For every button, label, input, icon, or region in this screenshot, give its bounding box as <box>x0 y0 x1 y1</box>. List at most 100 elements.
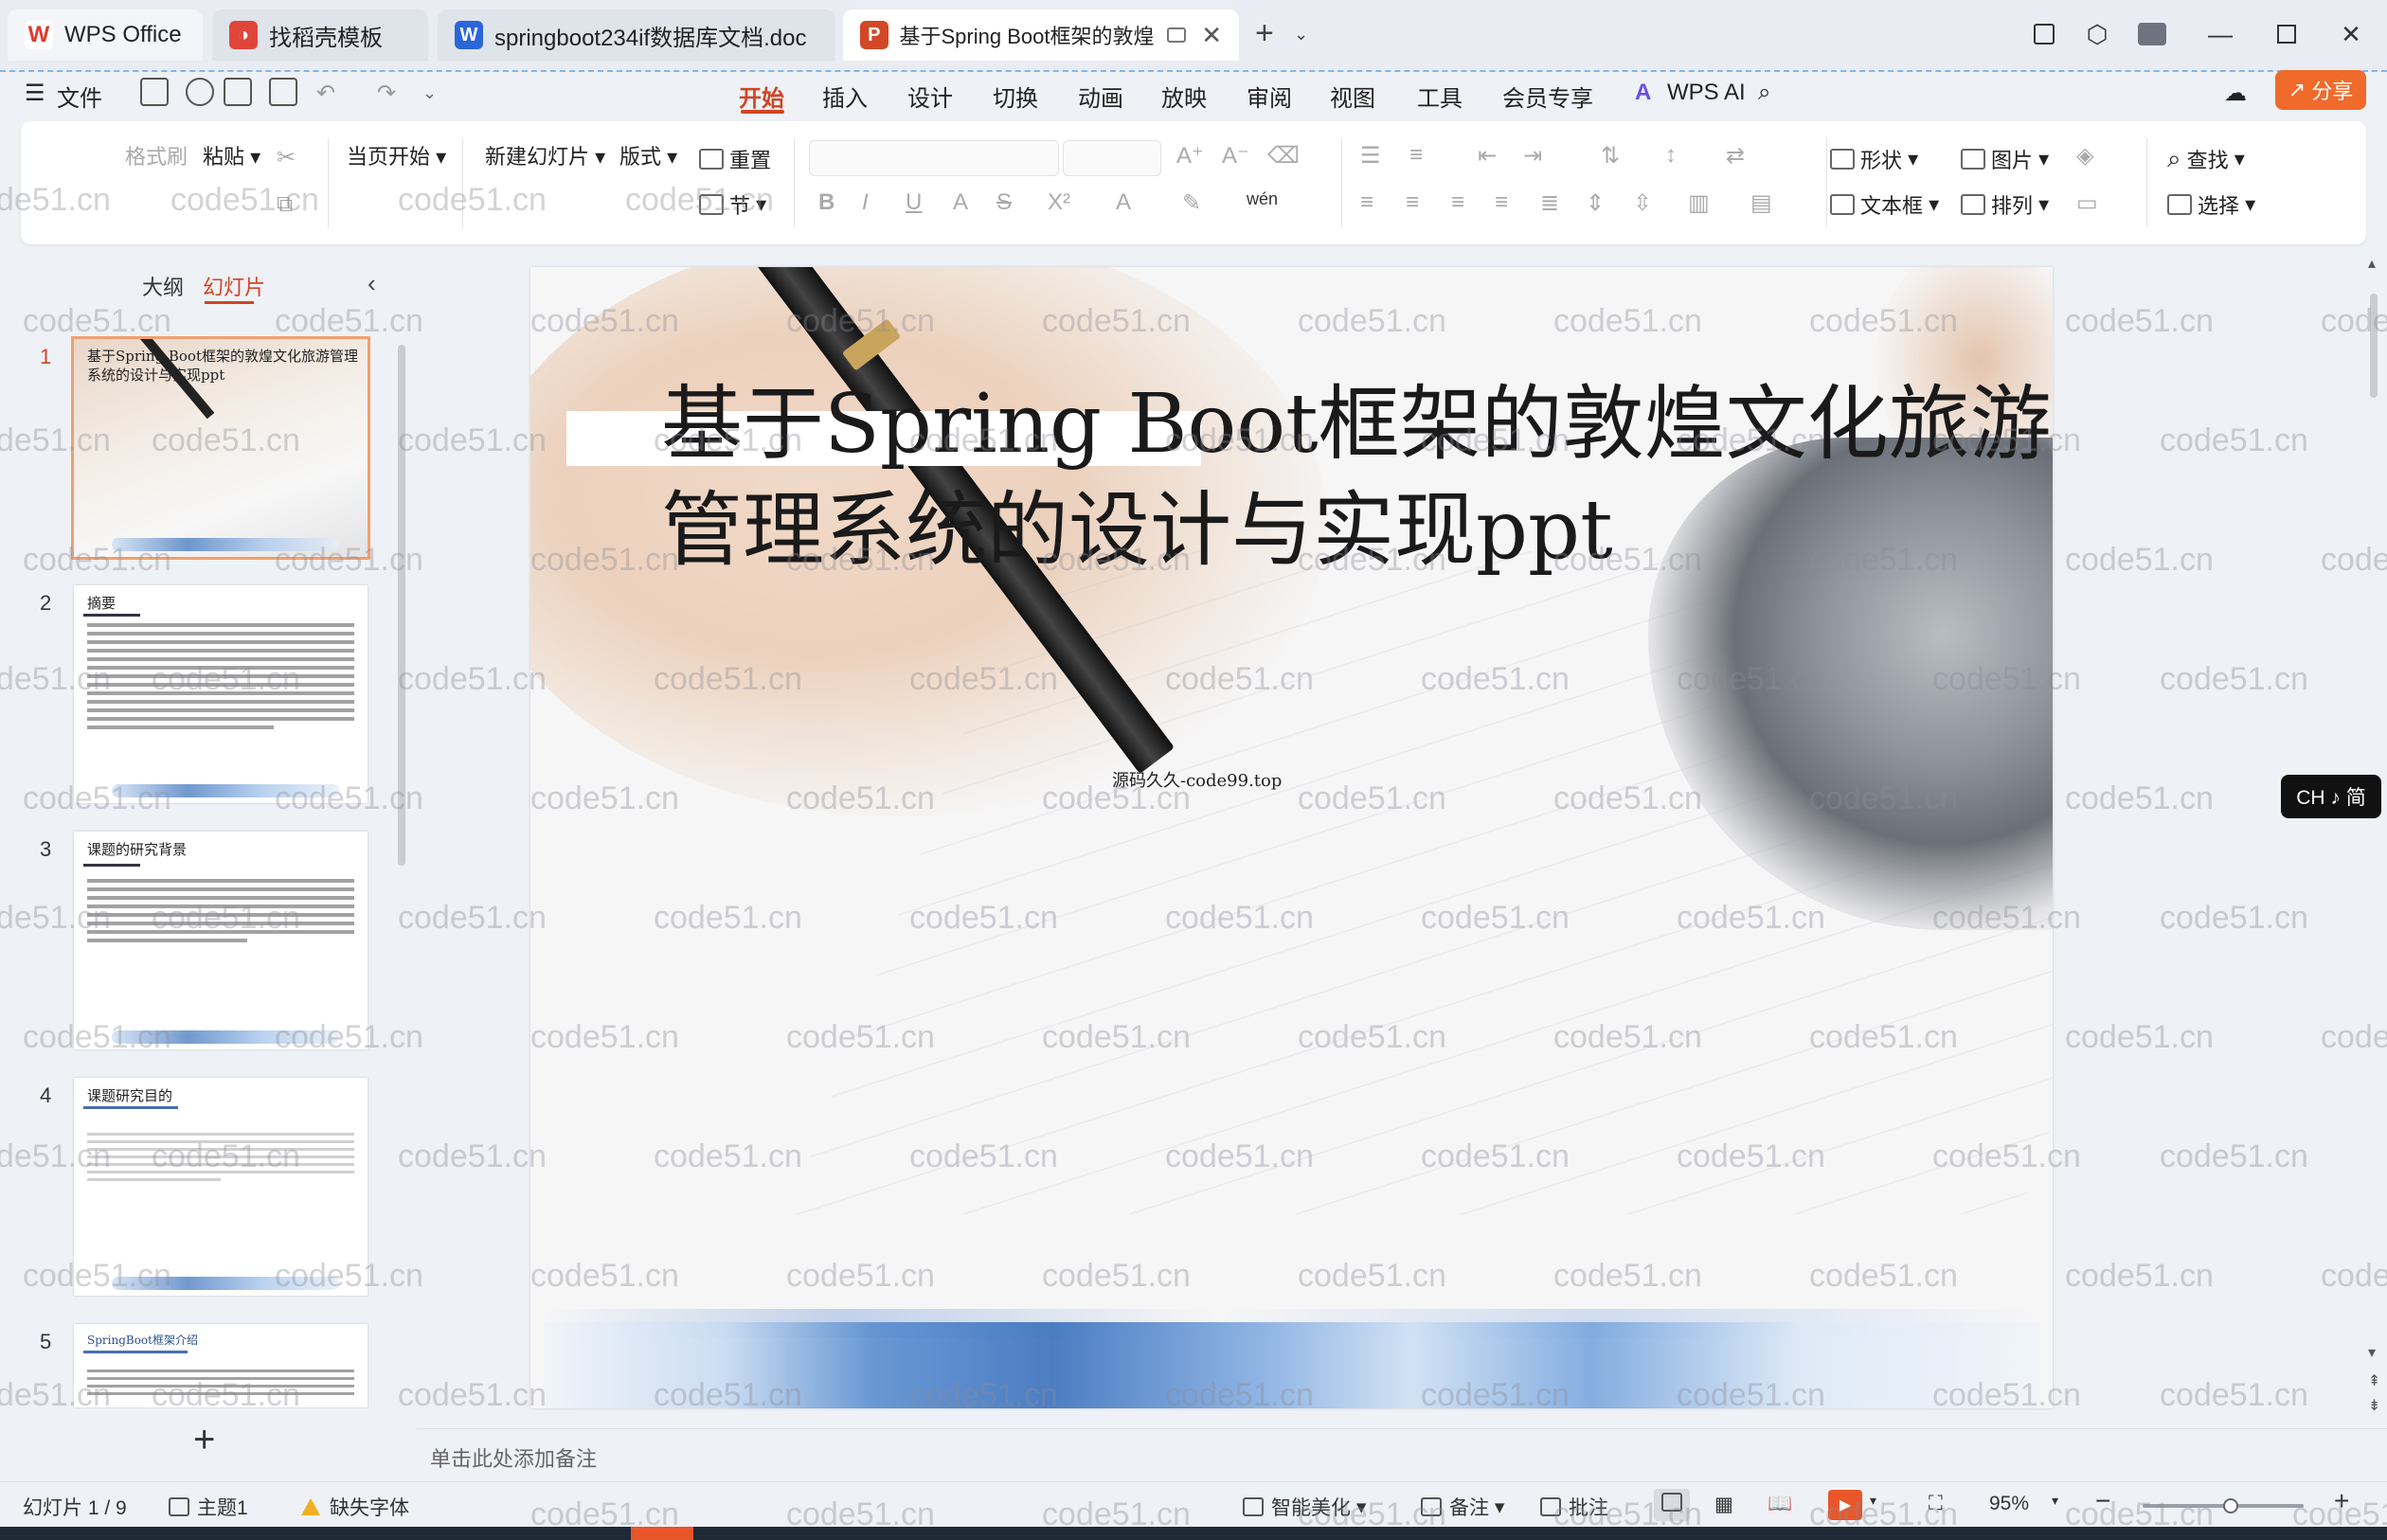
slide-thumbnail-2[interactable]: 摘要 <box>74 585 368 803</box>
sort-icon[interactable]: ↕ <box>1665 142 1677 169</box>
slide-thumbnail-5[interactable]: SpringBoot框架介绍 <box>74 1324 368 1407</box>
comments-button[interactable]: 批注 <box>1540 1493 1608 1521</box>
align-left-icon[interactable]: ≡ <box>1360 189 1373 216</box>
section-button[interactable]: 节 ▾ <box>699 189 766 220</box>
paragraph-spacing-icon[interactable]: ⇳ <box>1633 189 1652 217</box>
decrease-font-icon[interactable]: A⁻ <box>1222 142 1249 170</box>
close-window-icon[interactable]: ✕ <box>2330 13 2372 55</box>
canvas-scrollbar[interactable]: ▴ ▾ ⇞ ⇟ <box>2368 254 2380 1419</box>
slide-title[interactable]: 基于Spring Boot框架的敦煌文化旅游管理系统的设计与实现ppt <box>661 371 2053 583</box>
window-layout-icon[interactable] <box>2023 13 2065 55</box>
pinyin-icon[interactable]: wén <box>1247 189 1278 209</box>
text-align-icon[interactable]: ▤ <box>1750 189 1772 217</box>
distribute-icon[interactable]: ≣ <box>1540 189 1559 217</box>
tab-word-doc[interactable]: W springboot234if数据库文档.doc <box>438 9 835 61</box>
missing-font-button[interactable]: 缺失字体 <box>301 1493 409 1521</box>
current-slide[interactable]: 基于Spring Boot框架的敦煌文化旅游管理系统的设计与实现ppt 源码久久… <box>530 267 2053 1408</box>
slide-subtitle[interactable]: 源码久久-code99.top <box>1112 767 1282 792</box>
slide-sorter-icon[interactable]: ▦ <box>1714 1493 1733 1516</box>
new-slide-button[interactable]: 新建幻灯片 ▾ <box>485 140 605 170</box>
columns-icon[interactable]: ▥ <box>1688 189 1710 217</box>
fill-icon[interactable]: ◈ <box>2076 142 2093 170</box>
reset-button[interactable]: 重置 <box>699 144 771 174</box>
zoom-slider-knob[interactable] <box>2222 1498 2238 1513</box>
menu-wps-ai[interactable]: WPS AI <box>1667 80 1746 106</box>
scroll-down-icon[interactable]: ▾ <box>2368 1343 2376 1362</box>
beautify-button[interactable]: 智能美化 ▾ <box>1243 1493 1366 1521</box>
history-icon[interactable] <box>186 78 214 106</box>
new-tab-button[interactable]: + <box>1255 15 1274 52</box>
menu-slideshow[interactable]: 放映 <box>1161 80 1207 113</box>
undo-icon[interactable]: ↶ <box>316 80 335 107</box>
menu-design[interactable]: 设计 <box>907 80 953 113</box>
menu-insert[interactable]: 插入 <box>822 80 868 113</box>
find-button[interactable]: ⌕ 查找 ▾ <box>2167 144 2245 174</box>
format-painter-button[interactable]: 格式刷 <box>125 140 188 170</box>
italic-icon[interactable]: I <box>862 189 869 216</box>
align-right-icon[interactable]: ≡ <box>1451 189 1464 216</box>
chevron-down-icon[interactable]: ⌄ <box>422 83 437 103</box>
bold-icon[interactable]: B <box>818 189 835 216</box>
tab-slides[interactable]: 幻灯片 <box>203 271 265 301</box>
layout-button[interactable]: 版式 ▾ <box>619 140 677 170</box>
reading-view-icon[interactable]: 📖 <box>1768 1493 1792 1515</box>
scrollbar-thumb[interactable] <box>2370 294 2378 398</box>
search-icon[interactable]: ⌕ <box>1758 80 1770 106</box>
text-direction-icon[interactable]: ⇅ <box>1601 142 1620 170</box>
copy-icon[interactable]: ⧉ <box>277 191 293 218</box>
notes-toggle-button[interactable]: 备注 ▾ <box>1421 1493 1504 1521</box>
select-button[interactable]: 选择 ▾ <box>2167 189 2255 220</box>
cube-icon[interactable]: ⬡ <box>2076 13 2118 55</box>
shadow-icon[interactable]: A <box>953 189 968 216</box>
chevron-down-icon[interactable]: ▾ <box>2052 1493 2058 1509</box>
print-icon[interactable] <box>224 78 252 106</box>
fit-window-icon[interactable]: ⛶ <box>1929 1493 1943 1515</box>
font-color-icon[interactable]: A <box>1116 189 1131 216</box>
indent-icon[interactable]: ⇥ <box>1523 142 1542 170</box>
menu-member[interactable]: 会员专享 <box>1502 80 1593 113</box>
numbered-list-icon[interactable]: ≡ <box>1409 142 1423 169</box>
menu-view[interactable]: 视图 <box>1330 80 1375 113</box>
start-from-current-button[interactable]: 当页开始 ▾ <box>347 140 446 170</box>
minimize-icon[interactable]: — <box>2199 13 2241 55</box>
font-family-select[interactable] <box>809 140 1059 176</box>
close-tab-icon[interactable]: ✕ <box>1201 21 1222 50</box>
underline-icon[interactable]: U <box>906 189 922 216</box>
theme-button[interactable]: 主题1 <box>169 1493 248 1521</box>
taskbar-active-app[interactable] <box>631 1527 693 1540</box>
menu-home[interactable]: 开始 <box>739 80 784 113</box>
save-icon[interactable] <box>140 78 169 106</box>
maximize-icon[interactable] <box>2266 13 2307 55</box>
align-center-icon[interactable]: ≡ <box>1406 189 1419 216</box>
outdent-icon[interactable]: ⇤ <box>1478 142 1497 170</box>
strikethrough-icon[interactable]: S <box>996 189 1012 216</box>
avatar[interactable] <box>2131 13 2173 55</box>
menu-animation[interactable]: 动画 <box>1078 80 1123 113</box>
cloud-upload-icon[interactable]: ☁ <box>2224 80 2247 107</box>
share-button[interactable]: ↗ 分享 <box>2275 70 2366 110</box>
font-size-select[interactable] <box>1063 140 1161 176</box>
notes-pane[interactable]: 单击此处添加备注 <box>417 1428 2387 1481</box>
prev-slide-icon[interactable]: ⇞ <box>2368 1371 2380 1390</box>
tab-docer[interactable]: ◑ 找稻壳模板 <box>212 9 428 61</box>
line-spacing-icon[interactable]: ⇕ <box>1586 189 1605 217</box>
slideshow-play-button[interactable]: ▶ <box>1828 1490 1862 1520</box>
chevron-down-icon[interactable]: ▾ <box>1870 1493 1876 1509</box>
slide-thumbnail-4[interactable]: 课题研究目的 <box>74 1078 368 1296</box>
hamburger-icon[interactable]: ☰ <box>25 80 45 107</box>
picture-button[interactable]: 图片 ▾ <box>1961 144 2049 174</box>
tab-wps-office[interactable]: W WPS Office <box>8 9 203 61</box>
clear-format-icon[interactable]: ⌫ <box>1267 142 1300 170</box>
zoom-slider[interactable] <box>2143 1498 2304 1513</box>
print-preview-icon[interactable] <box>269 78 297 106</box>
cut-icon[interactable]: ✂ <box>277 144 296 171</box>
increase-font-icon[interactable]: A⁺ <box>1176 142 1204 170</box>
chevron-down-icon[interactable]: ⌄ <box>1294 25 1308 45</box>
slide-thumbnail-3[interactable]: 课题的研究背景 <box>74 832 368 1049</box>
menu-tools[interactable]: 工具 <box>1417 80 1463 113</box>
textbox-button[interactable]: 文本框 ▾ <box>1830 189 1939 220</box>
float-window-icon[interactable] <box>1167 27 1187 43</box>
highlight-icon[interactable]: ✎ <box>1182 189 1201 217</box>
notes-placeholder[interactable]: 单击此处添加备注 <box>430 1442 597 1473</box>
paste-button[interactable]: 粘贴 ▾ <box>203 140 260 170</box>
